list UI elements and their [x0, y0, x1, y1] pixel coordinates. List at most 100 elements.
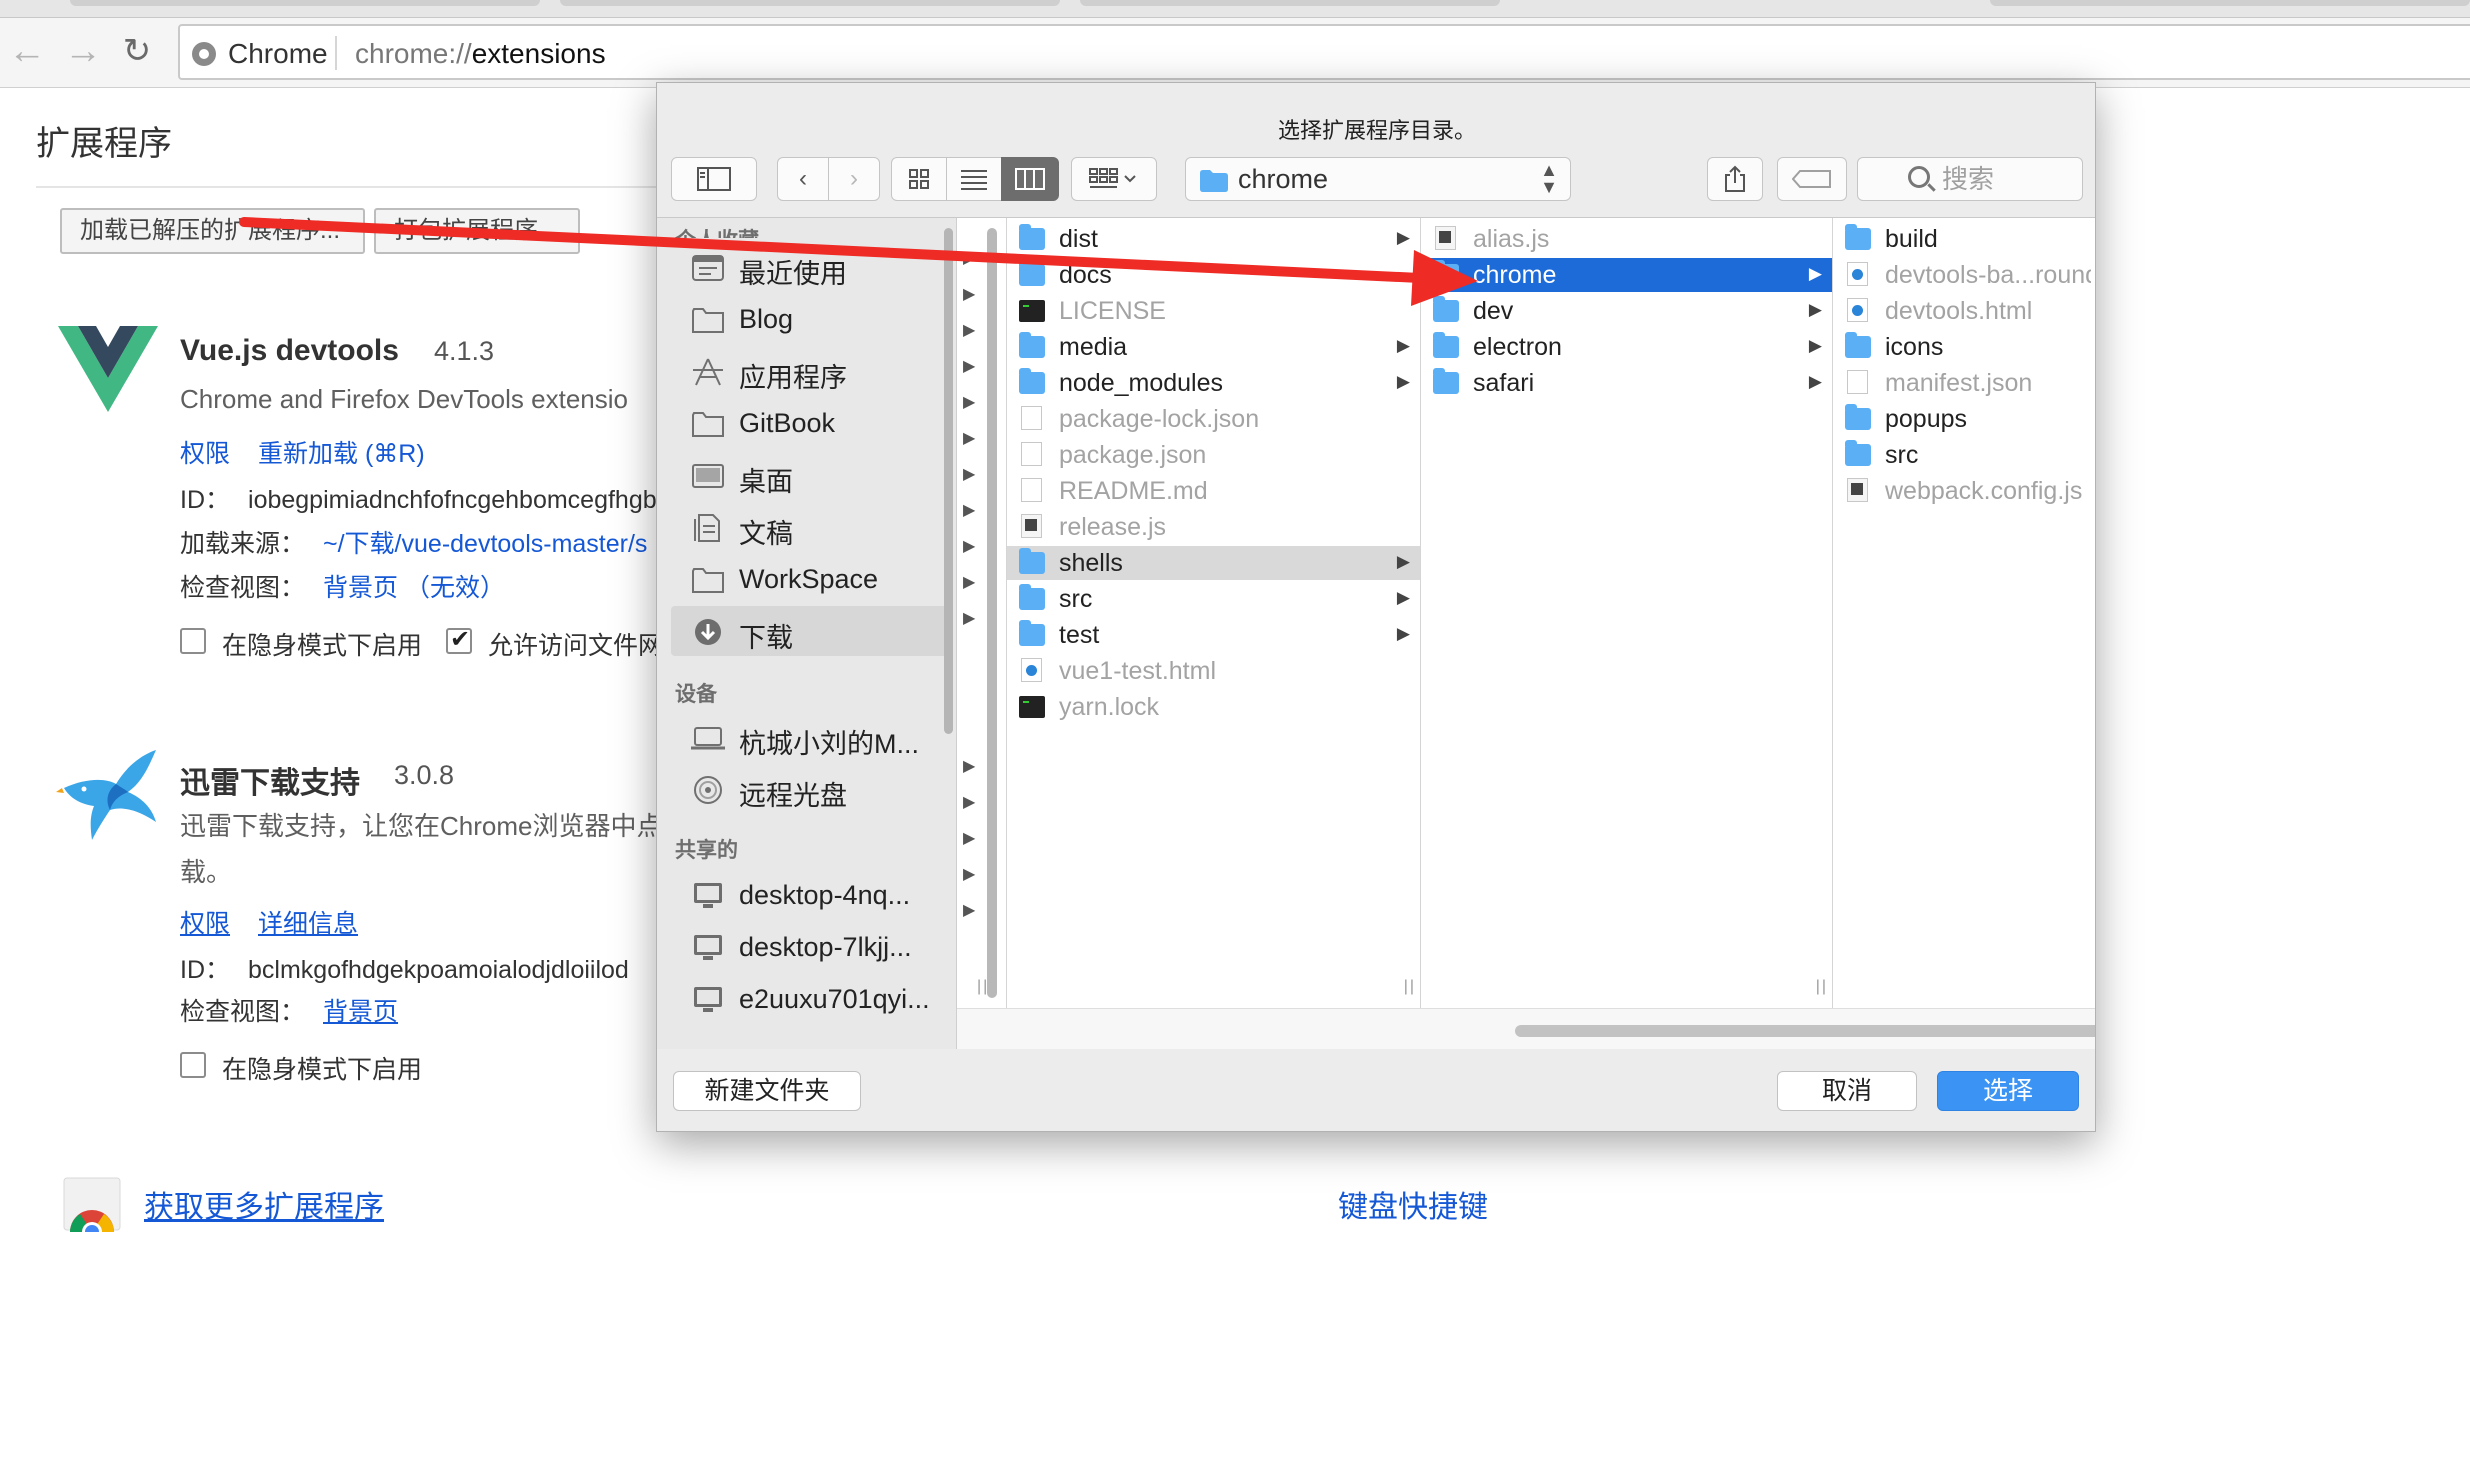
disclosure-triangle-icon: ▶	[963, 358, 976, 375]
file-row[interactable]: package.json	[1007, 438, 1420, 472]
folder-outline-icon	[692, 308, 724, 333]
tag-icon[interactable]	[1777, 157, 1847, 201]
search-field[interactable]: 搜索	[1857, 157, 2083, 201]
file-row[interactable]: LICENSE	[1007, 294, 1420, 328]
file-row[interactable]: devtools-ba...round.html	[1833, 258, 2095, 292]
sidebar-item-gitbook[interactable]: GitBook	[671, 398, 951, 448]
column-resize-handle[interactable]: ||	[1404, 978, 1416, 996]
incognito-checkbox[interactable]	[180, 628, 206, 654]
folder-row[interactable]: node_modules ▶	[1007, 366, 1420, 400]
back-arrow-icon[interactable]: ←	[6, 30, 48, 72]
tab[interactable]	[70, 0, 540, 6]
sidebar-item-applications[interactable]: 应用程序	[671, 346, 951, 396]
tab[interactable]	[1080, 0, 1500, 6]
folder-row[interactable]: src ▶	[1007, 582, 1420, 616]
folder-row[interactable]: build	[1833, 222, 2095, 256]
file-row[interactable]: manifest.json	[1833, 366, 2095, 400]
reload-link[interactable]: 重新加载 (⌘R)	[258, 434, 425, 470]
folder-row[interactable]: chrome ▶	[1421, 258, 1832, 292]
folder-icon	[1019, 620, 1045, 646]
column-scrollbar[interactable]	[987, 228, 997, 998]
inspect-views-row: 检查视图： 背景页	[180, 992, 398, 1028]
column-view-icon[interactable]	[1001, 157, 1059, 201]
sidebar-item-shared-host[interactable]: desktop-7lkjj...	[671, 922, 951, 972]
sidebar-item-shared-host[interactable]: desktop-4nq...	[671, 870, 951, 920]
choose-button[interactable]: 选择	[1937, 1071, 2079, 1111]
cancel-button[interactable]: 取消	[1777, 1071, 1917, 1111]
permissions-link[interactable]: 权限	[180, 904, 230, 940]
file-row[interactable]: devtools.html	[1833, 294, 2095, 328]
arrange-menu-icon[interactable]	[1071, 157, 1157, 201]
load-unpacked-button[interactable]: 加载已解压的扩展程序...	[60, 208, 365, 254]
forward-chevron-icon[interactable]: ›	[828, 157, 880, 201]
file-row[interactable]: yarn.lock	[1007, 690, 1420, 724]
file-row[interactable]: release.js	[1007, 510, 1420, 544]
icon-view-icon[interactable]	[891, 157, 947, 201]
path-popup-button[interactable]: chrome ▲ ▼	[1185, 157, 1571, 201]
file-row[interactable]: README.md	[1007, 474, 1420, 508]
file-access-checkbox[interactable]	[446, 625, 472, 654]
get-more-extensions-link[interactable]: 获取更多扩展程序	[144, 1182, 384, 1226]
tab[interactable]	[560, 0, 1060, 6]
browser-panes: 个人收藏 最近使用 Blog 应用程序 GitBook 桌面	[657, 217, 2095, 1050]
new-folder-button[interactable]: 新建文件夹	[673, 1071, 861, 1111]
sidebar-item-shared-host[interactable]: e2uuxu701qyi...	[671, 974, 951, 1024]
file-row[interactable]: webpack.config.js	[1833, 474, 2095, 508]
sidebar-item-remote-disc[interactable]: 远程光盘	[671, 764, 951, 814]
background-page-link[interactable]: 背景页 （无效）	[323, 574, 505, 602]
sidebar-item-desktop[interactable]: 桌面	[671, 450, 951, 500]
folder-row[interactable]: test ▶	[1007, 618, 1420, 652]
folder-row[interactable]: popups	[1833, 402, 2095, 436]
folder-row[interactable]: shells ▶	[1007, 546, 1420, 580]
item-name: src	[1059, 585, 1093, 613]
url-text[interactable]: chrome://extensions	[355, 38, 606, 70]
sidebar-scrollbar[interactable]	[944, 228, 953, 734]
folder-row[interactable]: safari ▶	[1421, 366, 1832, 400]
sidebar-toggle-icon[interactable]	[671, 157, 757, 201]
reload-icon[interactable]: ↻	[116, 30, 158, 72]
item-name: manifest.json	[1885, 369, 2033, 397]
security-chip-label: Chrome	[228, 38, 328, 69]
pack-extension-button[interactable]: 打包扩展程序...	[374, 208, 580, 254]
details-link[interactable]: 详细信息	[258, 904, 358, 940]
sidebar-item-workspace[interactable]: WorkSpace	[671, 554, 951, 604]
background-page-link[interactable]: 背景页	[323, 998, 398, 1026]
horizontal-scrollbar[interactable]	[1515, 1025, 2095, 1037]
file-row[interactable]: vue1-test.html	[1007, 654, 1420, 688]
sidebar-item-label: 下载	[739, 623, 793, 653]
incognito-label: 在隐身模式下启用	[222, 632, 423, 660]
column-resize-handle[interactable]: ||	[1816, 978, 1828, 996]
folder-row[interactable]: dist ▶	[1007, 222, 1420, 256]
column-resize-handle[interactable]: ||	[977, 978, 989, 996]
item-name: vue1-test.html	[1059, 657, 1217, 685]
sidebar-item-documents[interactable]: 文稿	[671, 502, 951, 552]
list-view-icon[interactable]	[946, 157, 1002, 201]
file-row[interactable]: alias.js	[1421, 222, 1832, 256]
forward-arrow-icon[interactable]: →	[62, 30, 104, 72]
document-file-icon	[1845, 370, 1871, 395]
folder-row[interactable]: media ▶	[1007, 330, 1420, 364]
folder-row[interactable]: docs	[1007, 258, 1420, 292]
source-path-link[interactable]: ~/下载/vue-devtools-master/s	[323, 530, 647, 558]
share-icon[interactable]	[1707, 157, 1763, 201]
sidebar-item-macbook[interactable]: 杭城小刘的M...	[671, 712, 951, 762]
folder-row[interactable]: icons	[1833, 330, 2095, 364]
sidebar-item-downloads[interactable]: 下载	[671, 606, 951, 656]
disclosure-triangle-icon: ▶	[1808, 300, 1822, 319]
incognito-checkbox[interactable]	[180, 1052, 206, 1078]
address-bar[interactable]: Chrome chrome://extensions	[178, 24, 2470, 80]
sidebar-item-label: 远程光盘	[739, 781, 847, 811]
folder-row[interactable]: electron ▶	[1421, 330, 1832, 364]
permissions-link[interactable]: 权限	[180, 434, 230, 470]
disclosure-triangle-icon: ▶	[963, 322, 976, 339]
disclosure-triangle-icon: ▶	[963, 394, 976, 411]
choose-directory-dialog: 选择扩展程序目录。 ‹ › chrome ▲▼ 搜索 个人收藏 最近使用	[656, 82, 2096, 1132]
file-row[interactable]: package-lock.json	[1007, 402, 1420, 436]
keyboard-shortcuts-link[interactable]: 键盘快捷键	[1338, 1182, 1488, 1226]
sidebar-item-blog[interactable]: Blog	[671, 294, 951, 344]
sidebar-item-recents[interactable]: 最近使用	[671, 242, 951, 292]
folder-row[interactable]: src	[1833, 438, 2095, 472]
tab[interactable]	[1990, 0, 2470, 6]
folder-row[interactable]: dev ▶	[1421, 294, 1832, 328]
back-chevron-icon[interactable]: ‹	[777, 157, 829, 201]
